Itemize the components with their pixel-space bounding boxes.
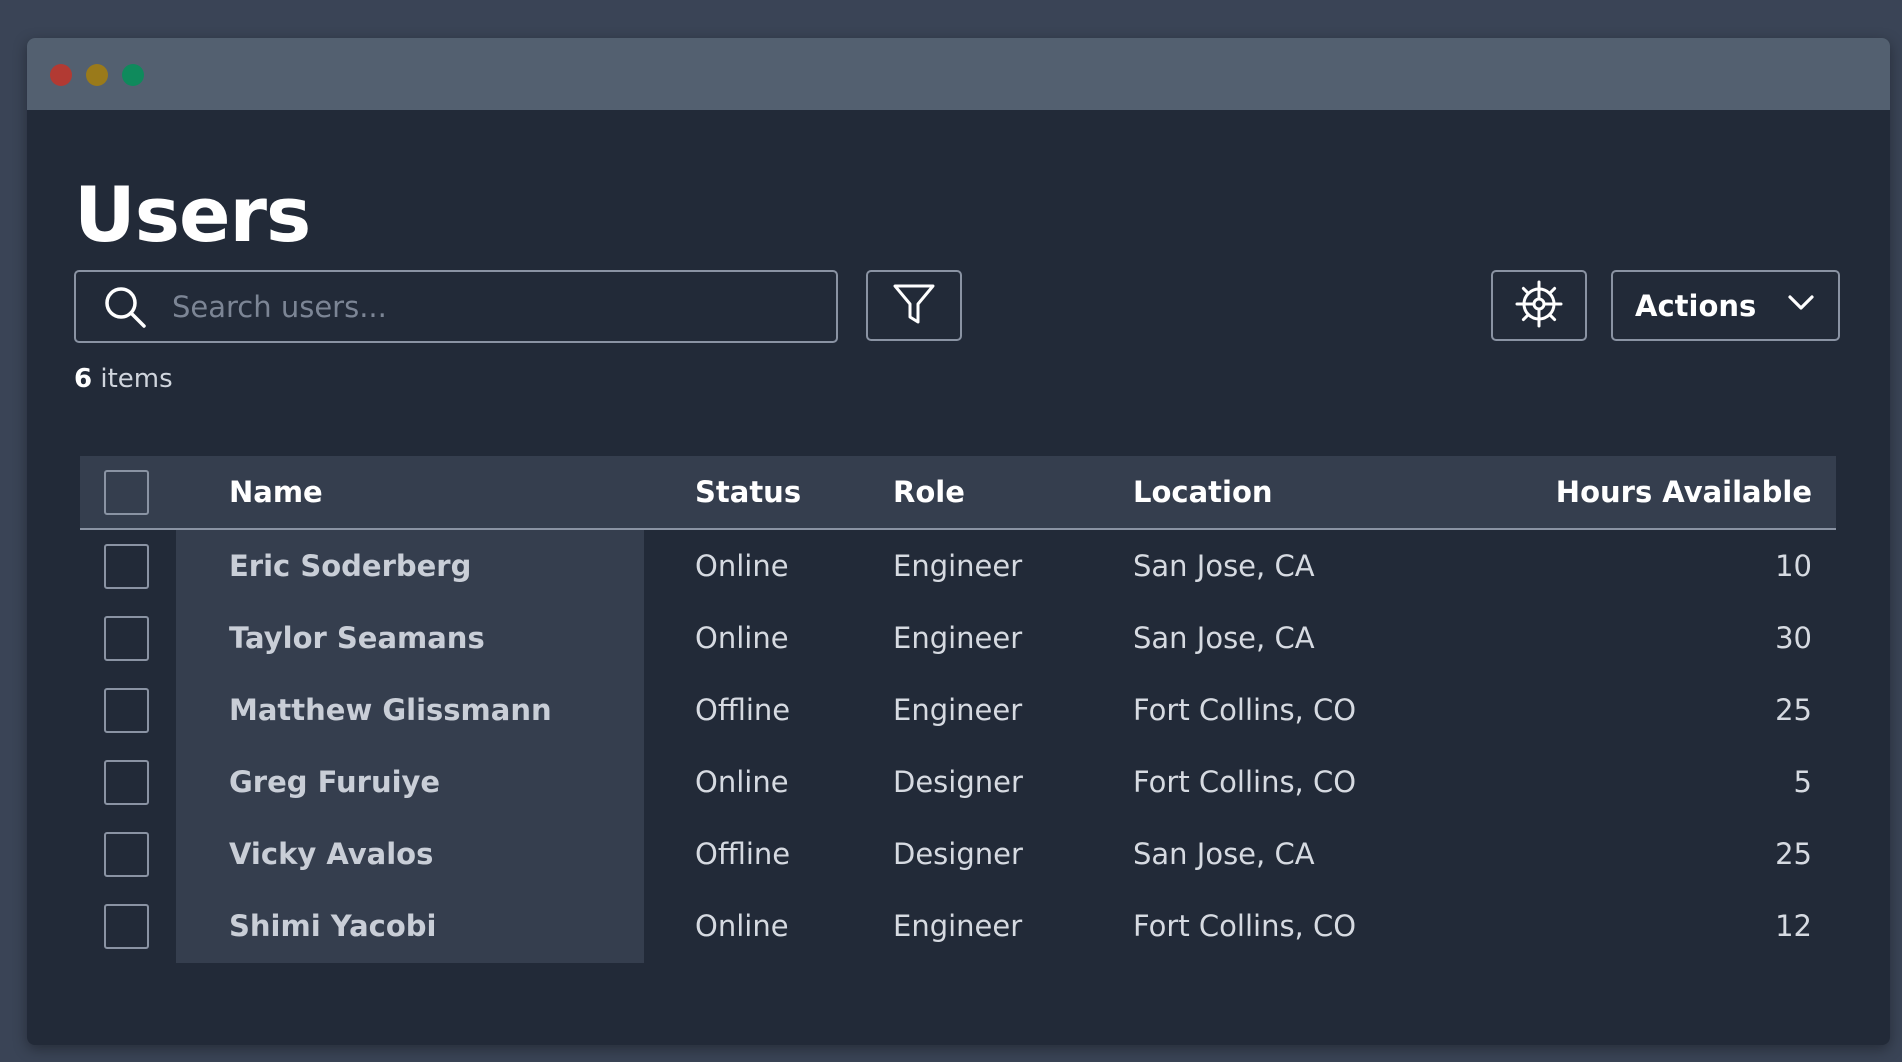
gear-icon	[1514, 279, 1564, 332]
row-checkbox-cell	[104, 890, 149, 962]
cell-status: Online	[695, 621, 789, 655]
page-title: Users	[74, 170, 311, 259]
cell-role: Engineer	[893, 549, 1023, 583]
item-count: 6 items	[74, 364, 173, 394]
column-header-location[interactable]: Location	[1133, 456, 1273, 528]
search-icon	[100, 282, 150, 332]
cell-status: Online	[695, 765, 789, 799]
row-checkbox-cell	[104, 602, 149, 674]
cell-name: Shimi Yacobi	[229, 909, 437, 943]
item-count-number: 6	[74, 364, 93, 394]
search-input[interactable]	[170, 275, 836, 338]
cell-hours: 30	[1775, 621, 1812, 655]
cell-location: San Jose, CA	[1133, 837, 1315, 871]
cell-name: Taylor Seamans	[229, 621, 485, 655]
filter-icon	[892, 282, 936, 329]
column-header-hours[interactable]: Hours Available	[1556, 456, 1812, 528]
table-row[interactable]: Shimi Yacobi Online Engineer Fort Collin…	[80, 890, 1836, 962]
cell-role: Engineer	[893, 909, 1023, 943]
users-table: Name Status Role Location Hours Availabl…	[80, 456, 1836, 962]
cell-role: Engineer	[893, 693, 1023, 727]
search-field[interactable]	[74, 270, 838, 343]
column-header-name[interactable]: Name	[229, 456, 323, 528]
table-row[interactable]: Greg Furuiye Online Designer Fort Collin…	[80, 746, 1836, 818]
table-row[interactable]: Eric Soderberg Online Engineer San Jose,…	[80, 530, 1836, 602]
cell-hours: 5	[1793, 765, 1812, 799]
table-row[interactable]: Taylor Seamans Online Engineer San Jose,…	[80, 602, 1836, 674]
cell-location: Fort Collins, CO	[1133, 693, 1357, 727]
cell-hours: 10	[1775, 549, 1812, 583]
cell-status: Offline	[695, 693, 791, 727]
cell-role: Designer	[893, 765, 1023, 799]
header-checkbox-cell	[104, 456, 149, 528]
cell-status: Online	[695, 909, 789, 943]
row-checkbox[interactable]	[104, 615, 149, 661]
app-window: Users Search users... Actions 6 items Na…	[27, 38, 1890, 1045]
row-checkbox[interactable]	[104, 903, 149, 949]
chevron-down-icon	[1786, 287, 1816, 324]
table-header-row: Name Status Role Location Hours Availabl…	[80, 456, 1836, 530]
row-checkbox[interactable]	[104, 831, 149, 877]
settings-button[interactable]	[1491, 270, 1587, 341]
cell-location: San Jose, CA	[1133, 621, 1315, 655]
row-checkbox-cell	[104, 746, 149, 818]
title-bar	[27, 38, 1890, 110]
item-count-label: items	[92, 364, 173, 394]
table-row[interactable]: Vicky Avalos Offline Designer San Jose, …	[80, 818, 1836, 890]
cell-name: Eric Soderberg	[229, 549, 472, 583]
actions-menu-button[interactable]: Actions	[1611, 270, 1840, 341]
cell-role: Designer	[893, 837, 1023, 871]
row-checkbox-cell	[104, 818, 149, 890]
column-header-status[interactable]: Status	[695, 456, 801, 528]
cell-status: Online	[695, 549, 789, 583]
cell-name: Vicky Avalos	[229, 837, 434, 871]
actions-label: Actions	[1635, 288, 1757, 323]
row-checkbox-cell	[104, 674, 149, 746]
close-window-button[interactable]	[50, 64, 72, 86]
row-checkbox[interactable]	[104, 543, 149, 589]
minimize-window-button[interactable]	[86, 64, 108, 86]
cell-hours: 25	[1775, 693, 1812, 727]
maximize-window-button[interactable]	[122, 64, 144, 86]
filter-button[interactable]	[866, 270, 962, 341]
cell-name: Greg Furuiye	[229, 765, 441, 799]
cell-status: Offline	[695, 837, 791, 871]
cell-location: San Jose, CA	[1133, 549, 1315, 583]
select-all-checkbox[interactable]	[104, 469, 149, 515]
cell-hours: 25	[1775, 837, 1812, 871]
cell-role: Engineer	[893, 621, 1023, 655]
cell-name: Matthew Glissmann	[229, 693, 552, 727]
row-checkbox[interactable]	[104, 687, 149, 733]
table-row[interactable]: Matthew Glissmann Offline Engineer Fort …	[80, 674, 1836, 746]
row-checkbox[interactable]	[104, 759, 149, 805]
cell-location: Fort Collins, CO	[1133, 909, 1357, 943]
cell-location: Fort Collins, CO	[1133, 765, 1357, 799]
cell-hours: 12	[1775, 909, 1812, 943]
row-checkbox-cell	[104, 530, 149, 602]
column-header-role[interactable]: Role	[893, 456, 965, 528]
